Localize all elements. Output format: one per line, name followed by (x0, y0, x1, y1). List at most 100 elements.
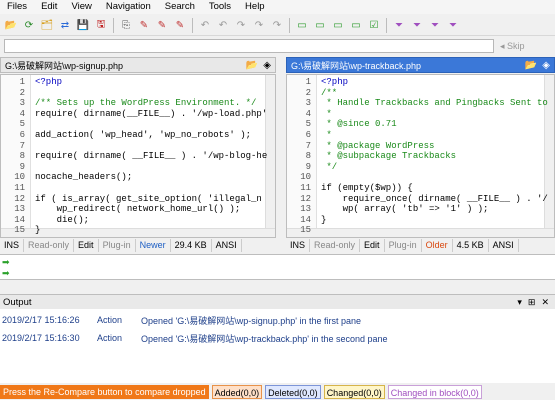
undo-icon[interactable]: ↶ (198, 18, 213, 33)
pin-icon[interactable]: ⊞ (528, 297, 536, 308)
line-number: 2 (305, 87, 311, 98)
horizontal-scrollbar[interactable] (1, 228, 275, 237)
folder-compare-icon[interactable]: ⇄ (58, 18, 73, 33)
dropdown-icon[interactable]: ▾ (517, 297, 522, 308)
line-number: 15 (14, 225, 25, 236)
menu-help[interactable]: Help (238, 0, 272, 14)
log-row[interactable]: 2019/2/17 15:16:30 Action Opened 'G:\易破解网站… (0, 331, 555, 345)
menu-navigation[interactable]: Navigation (99, 0, 158, 14)
redo-icon[interactable]: ↷ (234, 18, 249, 33)
code-text: require( dirname(__FILE__) . '/wp-load.p… (35, 108, 268, 119)
line-number: 3 (305, 98, 311, 109)
output-title: Output (3, 296, 32, 308)
menu-files[interactable]: Files (0, 0, 34, 14)
undo-icon[interactable]: ↶ (216, 18, 231, 33)
folder-tree-icon[interactable]: 🗂 (40, 18, 55, 33)
line-number: 3 (19, 98, 25, 109)
menu-view[interactable]: View (64, 0, 98, 14)
frame-icon[interactable]: ▭ (295, 18, 310, 33)
changed-count-badge: Changed(0,0) (323, 385, 385, 399)
right-editor[interactable]: 1 <?php 2 /** 3 * Handle Trackbacks and Ping… (286, 74, 555, 238)
line-number: 8 (19, 151, 25, 162)
skip-toggle[interactable]: ◂ Skip (500, 41, 525, 52)
log-type: Action (97, 315, 123, 325)
bookmark-icon[interactable]: ◈ (263, 60, 271, 71)
menu-edit[interactable]: Edit (34, 0, 64, 14)
main-toolbar: 📂 ⟳ 🗂 ⇄ 💾 🖫 ⎘ ✎ ✎ ✎ ↶ ↶ ↷ ↷ ↷ ▭ ▭ ▭ ▭ ☑ ⏷ ⏷ ⏷ ⏷ (0, 15, 555, 36)
line-number: 5 (305, 119, 311, 130)
status-message: Press the Re-Compare button to compare d… (0, 385, 209, 399)
code-text: nocache_headers(); (35, 172, 133, 183)
frame-icon[interactable]: ▭ (331, 18, 346, 33)
log-row[interactable]: 2019/2/17 15:16:26 Action Opened 'G:\易破解网站… (0, 313, 555, 327)
line-number: 9 (305, 161, 311, 172)
left-pane-path: G:\易破解网站\wp-signup.php (5, 60, 124, 71)
copy-icon[interactable]: ⎘ (119, 18, 134, 33)
line-number: 14 (300, 214, 311, 225)
open-file-icon[interactable]: 📂 (525, 60, 537, 71)
reload-icon[interactable]: ⟳ (22, 18, 37, 33)
line-number: 6 (19, 130, 25, 140)
code-text: /** (321, 87, 338, 98)
redo-icon[interactable]: ↷ (252, 18, 267, 33)
code-text: */ (321, 161, 338, 172)
frame-icon[interactable]: ▭ (349, 18, 364, 33)
age-indicator: Newer (136, 239, 171, 252)
open-file-icon[interactable]: 📂 (246, 60, 258, 71)
frame-icon[interactable]: ▭ (313, 18, 328, 33)
read-only-indicator: Read-only (24, 239, 75, 252)
code-text: wp_redirect( network_home_url() ); (35, 204, 241, 215)
edit-indicator: Edit (360, 239, 385, 252)
line-number: 5 (19, 119, 25, 130)
filter-input[interactable] (4, 39, 494, 53)
code-text: * (321, 130, 332, 140)
bookmark-icon[interactable]: ◈ (542, 60, 550, 71)
ins-indicator: INS (0, 239, 25, 252)
line-number: 1 (305, 77, 311, 87)
line-number: 15 (300, 225, 311, 236)
line-number: 4 (19, 108, 25, 119)
toolbar-separator (289, 17, 290, 33)
line-number: 10 (300, 172, 311, 183)
toolbar-separator (192, 17, 193, 33)
skip-icon: ◂ (500, 40, 508, 51)
line-number: 7 (19, 140, 25, 151)
code-text: <?php (321, 77, 349, 87)
edit-icon[interactable]: ✎ (137, 18, 152, 33)
redo-icon[interactable]: ↷ (270, 18, 285, 33)
right-arrow-icon: ➡ (2, 257, 10, 267)
left-pane-header: G:\易破解网站\wp-signup.php 📂 ◈ (0, 57, 276, 73)
output-panel-header: Output ▾ ⊞ ✕ (0, 294, 555, 309)
save-icon[interactable]: 💾 (76, 18, 91, 33)
toolbar-separator (386, 17, 387, 33)
age-indicator: Older (422, 239, 453, 252)
edit-indicator: Edit (74, 239, 99, 252)
horizontal-scrollbar[interactable] (287, 228, 554, 237)
filter-icon[interactable]: ⏷ (428, 18, 443, 33)
menu-tools[interactable]: Tools (202, 0, 238, 14)
log-msg: Opened 'G:\易破解网站\wp-signup.php' in the f… (141, 315, 362, 326)
code-text: require_once( dirname( __FILE__ ) . '/ (321, 193, 548, 204)
edit-icon[interactable]: ✎ (173, 18, 188, 33)
filter-icon[interactable]: ⏷ (410, 18, 425, 33)
check-frame-icon[interactable]: ☑ (367, 18, 382, 33)
code-text: * @package WordPress (321, 140, 435, 151)
save-as-icon[interactable]: 🖫 (94, 18, 109, 33)
line-number: 10 (14, 172, 25, 183)
edit-icon[interactable]: ✎ (155, 18, 170, 33)
close-icon[interactable]: ✕ (541, 297, 549, 308)
code-text: * @since 0.71 (321, 119, 397, 130)
left-editor[interactable]: 1 <?php 2 3 /** Sets up the WordPress Enviro… (0, 74, 276, 238)
menu-search[interactable]: Search (158, 0, 202, 14)
code-text: if (empty($wp)) { (321, 183, 413, 193)
file-size: 4.5 KB (453, 239, 489, 252)
code-text: if ( is_array( get_site_option( 'illegal… (35, 193, 262, 204)
code-text: wp( array( 'tb' => '1' ) ); (321, 204, 489, 215)
code-text: die(); (35, 214, 90, 225)
filter-icon[interactable]: ⏷ (446, 18, 461, 33)
filter-icon[interactable]: ⏷ (392, 18, 407, 33)
plugin-indicator: Plug-in (99, 239, 136, 252)
line-number: 6 (305, 130, 311, 140)
open-folder-icon[interactable]: 📂 (4, 18, 19, 33)
code-text: } (35, 225, 41, 236)
